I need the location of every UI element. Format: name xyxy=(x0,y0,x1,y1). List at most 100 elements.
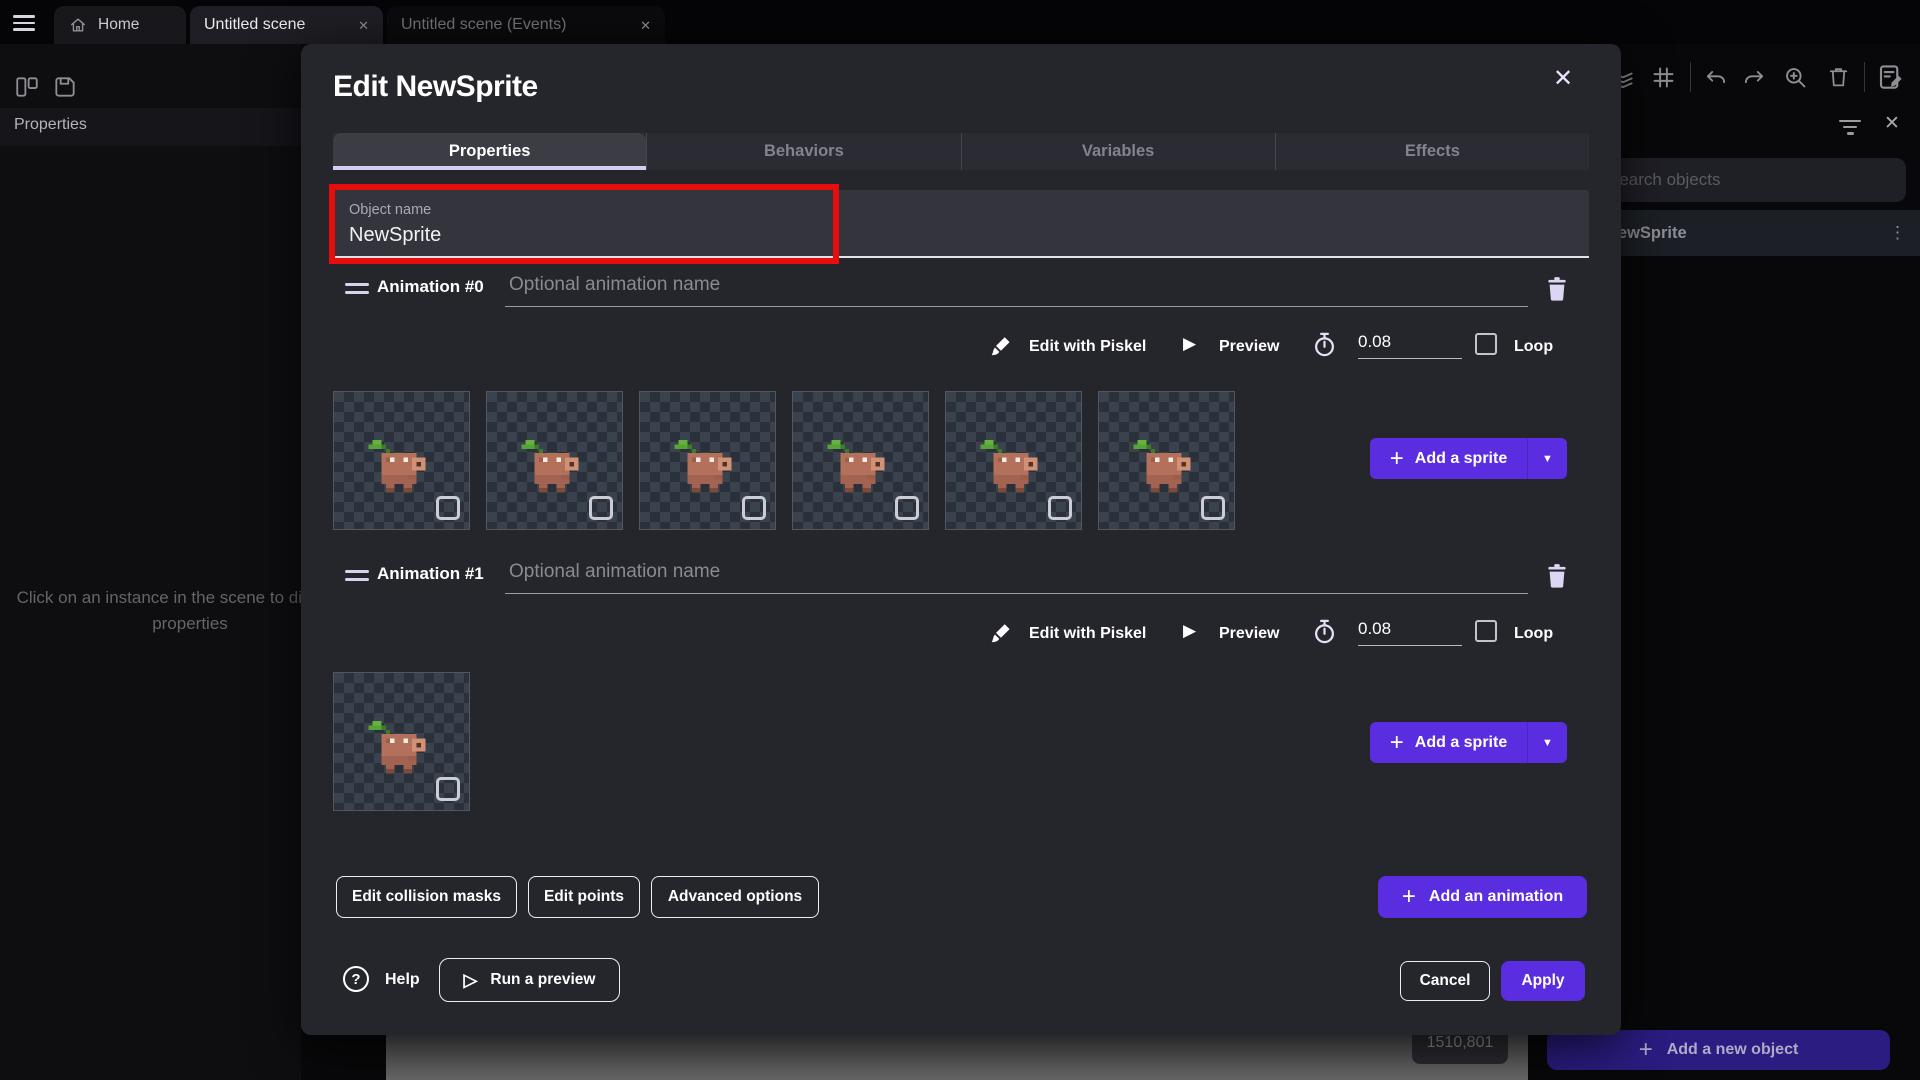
annotation-red-rectangle xyxy=(329,184,839,264)
add-sprite-button[interactable]: + Add a sprite ▼ xyxy=(1370,722,1567,763)
add-sprite-label: Add a sprite xyxy=(1415,450,1507,468)
sprite-frame[interactable] xyxy=(486,391,623,530)
hamburger-menu-icon[interactable] xyxy=(13,11,35,35)
tab-behaviors[interactable]: Behaviors xyxy=(646,133,960,170)
pig-sprite xyxy=(521,440,583,497)
frame-checkbox[interactable] xyxy=(895,496,919,520)
cancel-button[interactable]: Cancel xyxy=(1400,961,1490,1001)
edit-points-button[interactable]: Edit points xyxy=(528,876,640,918)
trash-icon[interactable] xyxy=(1826,64,1851,90)
edit-with-piskel-button[interactable]: Edit with Piskel xyxy=(1029,625,1146,643)
input-underline xyxy=(505,306,1528,307)
left-panel xyxy=(0,44,301,1080)
plus-icon: + xyxy=(1390,731,1404,755)
tab-variables[interactable]: Variables xyxy=(961,133,1275,170)
add-sprite-button[interactable]: + Add a sprite ▼ xyxy=(1370,438,1567,479)
filter-icon[interactable] xyxy=(1838,120,1862,139)
sprite-frame[interactable] xyxy=(333,391,470,530)
frame-checkbox[interactable] xyxy=(436,496,460,520)
stopwatch-icon xyxy=(1311,330,1338,359)
save-icon[interactable] xyxy=(52,74,78,100)
add-new-object-button[interactable]: + Add a new object xyxy=(1547,1030,1890,1070)
question-glyph: ? xyxy=(351,971,360,988)
help-icon[interactable]: ? xyxy=(343,966,369,992)
close-tab-icon[interactable]: ✕ xyxy=(640,19,651,32)
preview-button[interactable]: Preview xyxy=(1219,338,1279,356)
top-tab-bar: Home Untitled scene ✕ Untitled scene (Ev… xyxy=(0,0,1920,44)
plus-icon: + xyxy=(1390,447,1404,471)
preview-button[interactable]: Preview xyxy=(1219,625,1279,643)
animation-label: Animation #0 xyxy=(377,277,484,297)
stopwatch-icon xyxy=(1311,617,1338,646)
grid-icon[interactable] xyxy=(1650,64,1677,91)
toolbar-divider xyxy=(1864,62,1865,92)
animation-name-input[interactable]: Optional animation name xyxy=(509,561,720,583)
tab-label: Properties xyxy=(449,142,531,161)
animation-name-input[interactable]: Optional animation name xyxy=(509,274,720,296)
scene-canvas[interactable] xyxy=(386,1028,1528,1080)
app-window: Home Untitled scene ✕ Untitled scene (Ev… xyxy=(0,0,1920,1080)
add-object-label: Add a new object xyxy=(1667,1041,1799,1059)
caret-down-icon[interactable]: ▼ xyxy=(1528,453,1567,465)
dialog-title: Edit NewSprite xyxy=(333,70,538,104)
redo-icon[interactable] xyxy=(1740,66,1768,92)
loop-checkbox[interactable] xyxy=(1475,333,1497,355)
sprite-frame[interactable] xyxy=(1098,391,1235,530)
advanced-options-button[interactable]: Advanced options xyxy=(651,876,819,918)
sprite-frame[interactable] xyxy=(792,391,929,530)
plus-icon: + xyxy=(1402,885,1416,909)
loop-checkbox[interactable] xyxy=(1475,620,1497,642)
frame-checkbox[interactable] xyxy=(1201,496,1225,520)
plus-icon: + xyxy=(1639,1038,1653,1062)
edit-scene-sheet-icon[interactable] xyxy=(1876,62,1906,92)
sprite-frame[interactable] xyxy=(639,391,776,530)
dialog-close-icon[interactable]: ✕ xyxy=(1553,64,1573,93)
caret-down-icon[interactable]: ▼ xyxy=(1528,737,1567,749)
pig-sprite xyxy=(368,721,430,778)
edit-collision-masks-button[interactable]: Edit collision masks xyxy=(336,876,517,918)
animation-label: Animation #1 xyxy=(377,564,484,584)
add-animation-label: Add an animation xyxy=(1429,888,1563,906)
brush-icon xyxy=(989,334,1015,360)
tab-home[interactable]: Home xyxy=(54,6,186,44)
frame-checkbox[interactable] xyxy=(589,496,613,520)
add-sprite-label: Add a sprite xyxy=(1415,734,1507,752)
tab-untitled-scene-events[interactable]: Untitled scene (Events) ✕ xyxy=(387,6,665,44)
loop-label: Loop xyxy=(1514,625,1553,643)
run-preview-button[interactable]: ▷ Run a preview xyxy=(439,958,620,1002)
tab-untitled-scene[interactable]: Untitled scene ✕ xyxy=(190,6,383,44)
properties-panel-title: Properties xyxy=(14,116,87,134)
frame-checkbox[interactable] xyxy=(742,496,766,520)
layout-panels-icon[interactable] xyxy=(14,74,40,100)
edit-with-piskel-button[interactable]: Edit with Piskel xyxy=(1029,338,1146,356)
sprite-frame[interactable] xyxy=(333,672,470,811)
time-between-frames-input[interactable]: 0.08 xyxy=(1358,332,1462,359)
close-panel-icon[interactable]: ✕ xyxy=(1884,112,1900,135)
play-outline-icon: ▷ xyxy=(464,970,478,991)
play-icon: ▶ xyxy=(1183,334,1196,354)
zoom-in-icon[interactable] xyxy=(1782,64,1809,91)
sprite-frame[interactable] xyxy=(945,391,1082,530)
tab-label: Untitled scene xyxy=(204,16,305,34)
input-underline xyxy=(505,593,1528,594)
object-menu-kebab-icon[interactable]: ⋮ xyxy=(1889,223,1906,243)
frame-checkbox[interactable] xyxy=(1048,496,1072,520)
tab-label: Untitled scene (Events) xyxy=(401,16,566,34)
run-preview-label: Run a preview xyxy=(490,971,595,989)
time-between-frames-input[interactable]: 0.08 xyxy=(1358,619,1462,646)
tab-effects[interactable]: Effects xyxy=(1275,133,1589,170)
drag-handle-icon[interactable] xyxy=(345,278,369,299)
delete-animation-icon[interactable] xyxy=(1544,274,1570,304)
apply-button[interactable]: Apply xyxy=(1501,961,1585,1001)
drag-handle-icon[interactable] xyxy=(345,565,369,586)
search-objects-input[interactable] xyxy=(1592,158,1906,202)
undo-icon[interactable] xyxy=(1702,66,1730,92)
add-animation-button[interactable]: + Add an animation xyxy=(1378,876,1587,918)
pig-sprite xyxy=(980,440,1042,497)
close-tab-icon[interactable]: ✕ xyxy=(358,19,369,32)
frame-checkbox[interactable] xyxy=(436,777,460,801)
help-label[interactable]: Help xyxy=(385,971,420,989)
object-list-item[interactable]: NewSprite ⋮ xyxy=(1590,210,1920,256)
delete-animation-icon[interactable] xyxy=(1544,561,1570,591)
tab-properties[interactable]: Properties xyxy=(333,133,646,170)
